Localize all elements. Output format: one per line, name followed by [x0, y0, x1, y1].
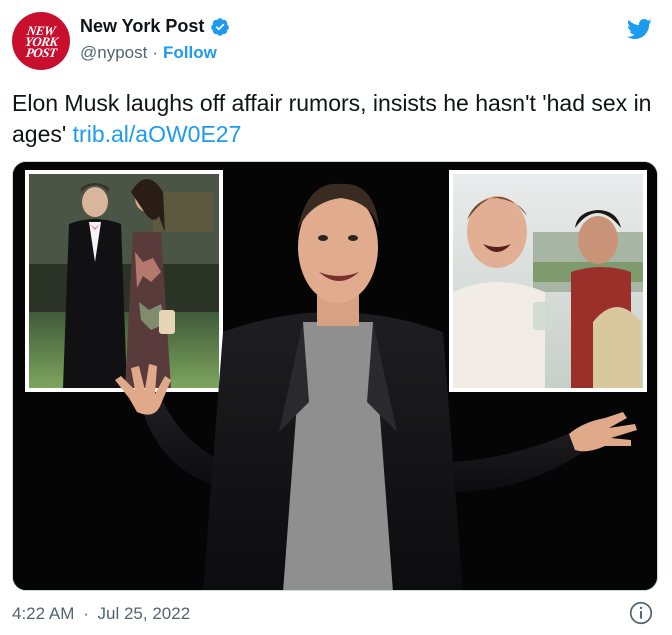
separator-dot: ·: [152, 43, 159, 62]
tweet-timestamp[interactable]: 4:22 AM · Jul 25, 2022: [12, 604, 190, 624]
avatar[interactable]: NEW YORK POST: [12, 12, 70, 70]
tweet-header: NEW YORK POST New York Post @nypost · Fo…: [12, 12, 660, 70]
tweet-time: 4:22 AM: [12, 604, 75, 623]
verified-badge-icon: [211, 17, 230, 36]
avatar-line-3: POST: [24, 44, 58, 60]
tweet-date: Jul 25, 2022: [97, 604, 191, 623]
timestamp-separator: ·: [83, 604, 89, 623]
author-info: New York Post @nypost · Follow: [80, 16, 230, 63]
name-row: New York Post: [80, 16, 230, 37]
media-illustration: [13, 162, 657, 590]
tweet-text: Elon Musk laughs off affair rumors, insi…: [12, 88, 652, 150]
follow-button[interactable]: Follow: [163, 43, 217, 63]
handle-row: @nypost · Follow: [80, 43, 230, 63]
tweet-media-image[interactable]: [12, 161, 658, 591]
info-icon[interactable]: [628, 600, 654, 626]
right-inset-photo: [449, 170, 647, 392]
twitter-bird-icon[interactable]: [624, 16, 654, 42]
display-name[interactable]: New York Post: [80, 16, 204, 37]
tweet-link[interactable]: trib.al/aOW0E27: [73, 121, 242, 147]
handle[interactable]: @nypost: [80, 43, 147, 63]
left-inset-photo: [25, 170, 223, 392]
